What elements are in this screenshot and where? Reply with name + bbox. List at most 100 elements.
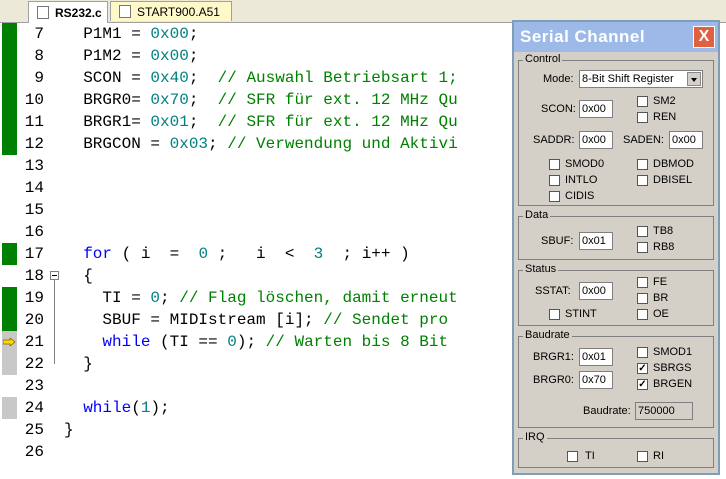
code-text: } — [64, 421, 74, 439]
ti-checkbox[interactable] — [567, 451, 578, 462]
smod0-label: SMOD0 — [565, 158, 605, 170]
sm2-label: SM2 — [653, 95, 676, 107]
tab-label: START900.A51 — [137, 4, 220, 19]
dbmod-checkbox[interactable] — [637, 159, 648, 170]
intlo-checkbox[interactable] — [549, 175, 560, 186]
asm-file-icon — [119, 5, 131, 18]
coverage-marker — [2, 111, 17, 133]
sstat-label: SSTAT: — [535, 285, 571, 297]
control-group: Control Mode: 8-Bit Shift Register SCON:… — [518, 53, 714, 206]
line-number: 22 — [24, 355, 44, 373]
coverage-marker — [2, 243, 17, 265]
line-number: 21 — [24, 333, 44, 351]
c-file-icon — [37, 6, 49, 19]
data-group: Data SBUF: 0x01 TB8 RB8 — [518, 209, 714, 260]
group-label: Data — [523, 209, 551, 221]
rb8-checkbox[interactable] — [637, 242, 648, 253]
line-number: 19 — [24, 289, 44, 307]
group-label: Baudrate — [523, 329, 572, 341]
brgen-checkbox[interactable]: ✓ — [637, 379, 648, 390]
cidis-label: CIDIS — [565, 190, 595, 202]
coverage-marker — [2, 67, 17, 89]
group-label: IRQ — [523, 431, 547, 443]
current-line-arrow-icon — [3, 338, 16, 346]
scon-input[interactable]: 0x00 — [579, 100, 613, 118]
cidis-checkbox[interactable] — [549, 191, 560, 202]
coverage-marker — [2, 89, 17, 111]
group-label: Control — [523, 53, 563, 65]
code-text: BRGR0= 0x70; // SFR für ext. 12 MHz Qu — [64, 91, 458, 109]
ri-checkbox[interactable] — [637, 451, 648, 462]
baudrate-value: 750000 — [635, 402, 693, 420]
ren-label: REN — [653, 111, 677, 123]
fold-toggle-icon[interactable] — [50, 271, 59, 280]
baudrate-group: Baudrate BRGR1: 0x01 SMOD1 BRGR0: 0x70 ✓… — [518, 329, 714, 428]
close-button[interactable]: X — [693, 26, 715, 48]
dialog-title-bar[interactable]: Serial Channel X — [514, 22, 718, 52]
code-text: for ( i = 0 ; i < 3 ; i++ ) — [83, 245, 410, 263]
brgr0-input[interactable]: 0x70 — [579, 371, 613, 389]
serial-channel-dialog: Serial Channel X Control Mode: 8-Bit Shi… — [512, 20, 720, 475]
br-label: BR — [653, 292, 669, 304]
line-number: 8 — [34, 47, 44, 65]
saden-label: SADEN: — [623, 134, 664, 146]
sm2-checkbox[interactable] — [637, 96, 648, 107]
executable-marker — [2, 353, 17, 375]
rb8-label: RB8 — [653, 241, 675, 253]
tab-label: RS232.c — [55, 5, 102, 20]
dbmod-label: DBMOD — [653, 158, 694, 170]
smod1-checkbox[interactable] — [637, 347, 648, 358]
oe-checkbox[interactable] — [637, 309, 648, 320]
dbisel-label: DBISEL — [653, 174, 693, 186]
saddr-label: SADDR: — [533, 134, 575, 146]
line-number: 16 — [24, 223, 44, 241]
executable-marker — [2, 397, 17, 419]
stint-checkbox[interactable] — [549, 309, 560, 320]
code-text: { — [64, 267, 93, 285]
tab-rs232-c[interactable]: RS232.c — [28, 1, 108, 23]
tb8-checkbox[interactable] — [637, 226, 648, 237]
code-text: BRGR1= 0x01; // SFR für ext. 12 MHz Qu — [64, 113, 458, 131]
coverage-marker — [2, 23, 17, 45]
line-number: 9 — [34, 69, 44, 87]
dbisel-checkbox[interactable] — [637, 175, 648, 186]
ren-checkbox[interactable] — [637, 112, 648, 123]
saden-input[interactable]: 0x00 — [669, 131, 703, 149]
mode-select-value: 8-Bit Shift Register — [582, 73, 674, 85]
sbrgs-checkbox[interactable]: ✓ — [637, 363, 648, 374]
ri-label: RI — [653, 450, 664, 462]
smod0-checkbox[interactable] — [549, 159, 560, 170]
code-text: P1M1 = 0x00; — [64, 25, 199, 43]
oe-label: OE — [653, 308, 669, 320]
line-number: 20 — [24, 311, 44, 329]
mode-label: Mode: — [543, 73, 574, 85]
line-number: 24 — [24, 399, 44, 417]
br-checkbox[interactable] — [637, 293, 648, 304]
coverage-marker — [2, 309, 17, 331]
chevron-down-icon[interactable] — [687, 72, 701, 86]
tab-start900-a51[interactable]: START900.A51 — [110, 1, 232, 21]
intlo-label: INTLO — [565, 174, 598, 186]
fe-checkbox[interactable] — [637, 277, 648, 288]
code-text: TI = 0; // Flag löschen, damit erneut — [64, 289, 458, 307]
line-number: 17 — [24, 245, 44, 263]
code-text: SCON = 0x40; // Auswahl Betriebsart 1; — [64, 69, 458, 87]
code-text: SBUF = MIDIstream [i]; // Sendet pro — [64, 311, 449, 329]
smod1-label: SMOD1 — [653, 346, 693, 358]
saddr-input[interactable]: 0x00 — [579, 131, 613, 149]
code-text: BRGCON = 0x03; // Verwendung und Aktivi — [64, 135, 458, 153]
coverage-marker — [2, 133, 17, 155]
scon-label: SCON: — [541, 103, 576, 115]
code-text: while (TI == 0); // Warten bis 8 Bit — [102, 333, 449, 351]
dialog-title: Serial Channel — [520, 27, 646, 46]
sbrgs-label: SBRGS — [653, 362, 692, 374]
coverage-marker — [2, 45, 17, 67]
sstat-input[interactable]: 0x00 — [579, 282, 613, 300]
mode-select[interactable]: 8-Bit Shift Register — [579, 70, 703, 88]
line-number: 11 — [24, 113, 44, 131]
status-group: Status SSTAT: 0x00 FE BR STINT OE — [518, 263, 714, 326]
code-text: } — [64, 355, 93, 373]
brgr1-label: BRGR1: — [533, 351, 574, 363]
sbuf-input[interactable]: 0x01 — [579, 232, 613, 250]
brgr1-input[interactable]: 0x01 — [579, 348, 613, 366]
